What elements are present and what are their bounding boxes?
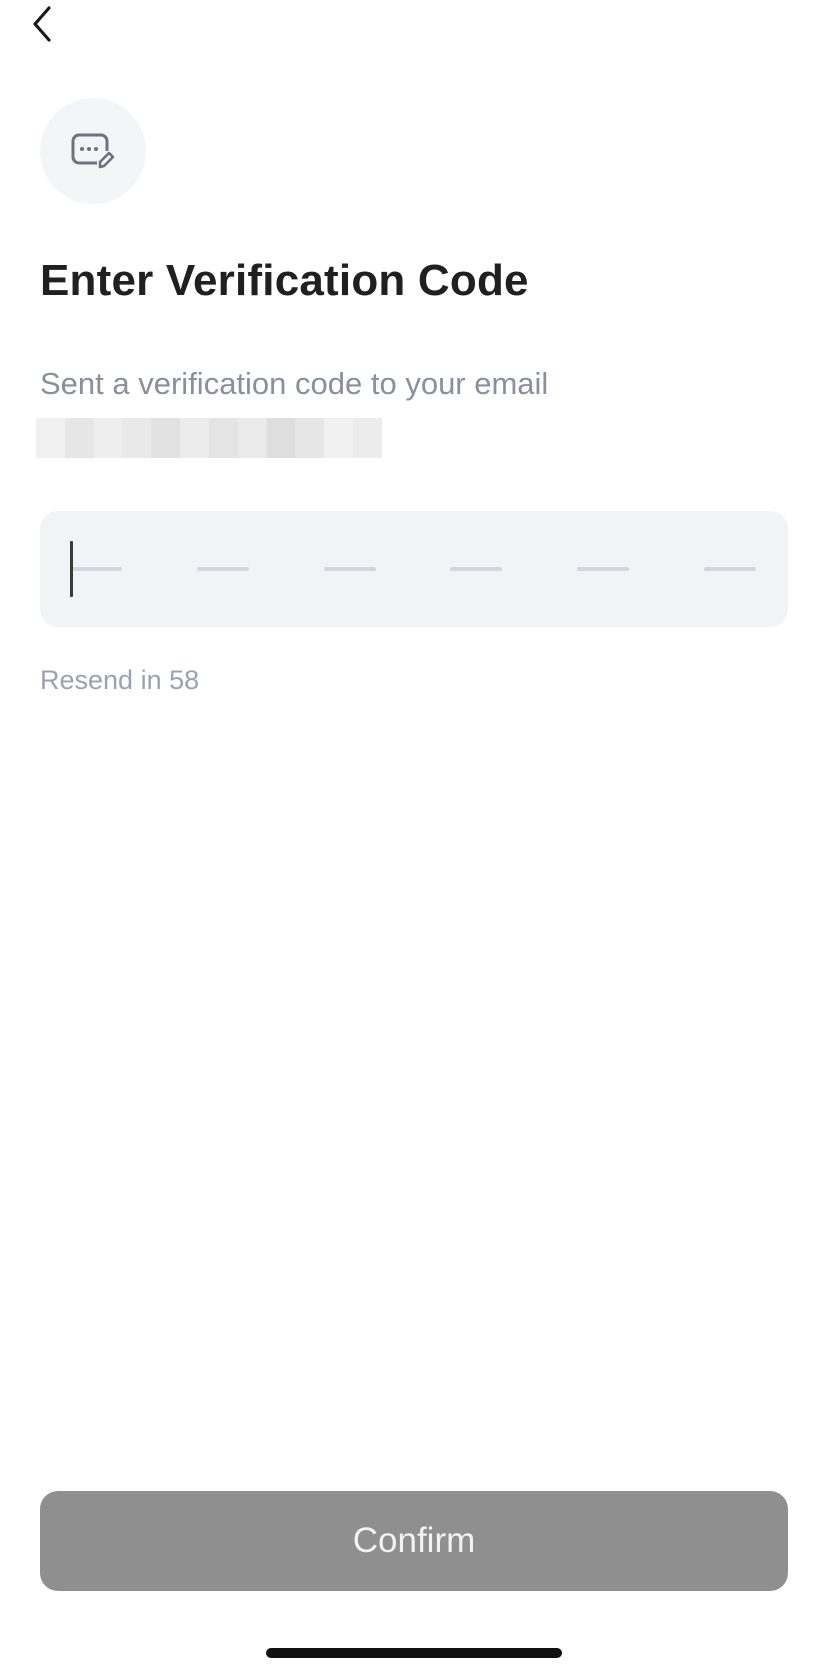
hero-icon-badge	[40, 98, 146, 204]
home-indicator	[266, 1648, 562, 1658]
otp-slot	[450, 567, 502, 571]
otp-slot	[197, 567, 249, 571]
verification-code-input[interactable]	[40, 511, 788, 627]
subtitle: Sent a verification code to your email	[40, 366, 549, 401]
text-caret	[70, 541, 73, 597]
chevron-left-icon	[33, 6, 51, 42]
otp-slot	[704, 567, 756, 571]
message-edit-icon	[71, 133, 115, 169]
resend-countdown: Resend in 58	[40, 665, 200, 695]
otp-slot	[577, 567, 629, 571]
page-title: Enter Verification Code	[40, 256, 529, 305]
back-button[interactable]	[22, 0, 66, 44]
masked-email-address	[36, 418, 382, 458]
otp-slot	[324, 567, 376, 571]
otp-slot	[70, 567, 122, 571]
confirm-button[interactable]: Confirm	[40, 1491, 788, 1591]
